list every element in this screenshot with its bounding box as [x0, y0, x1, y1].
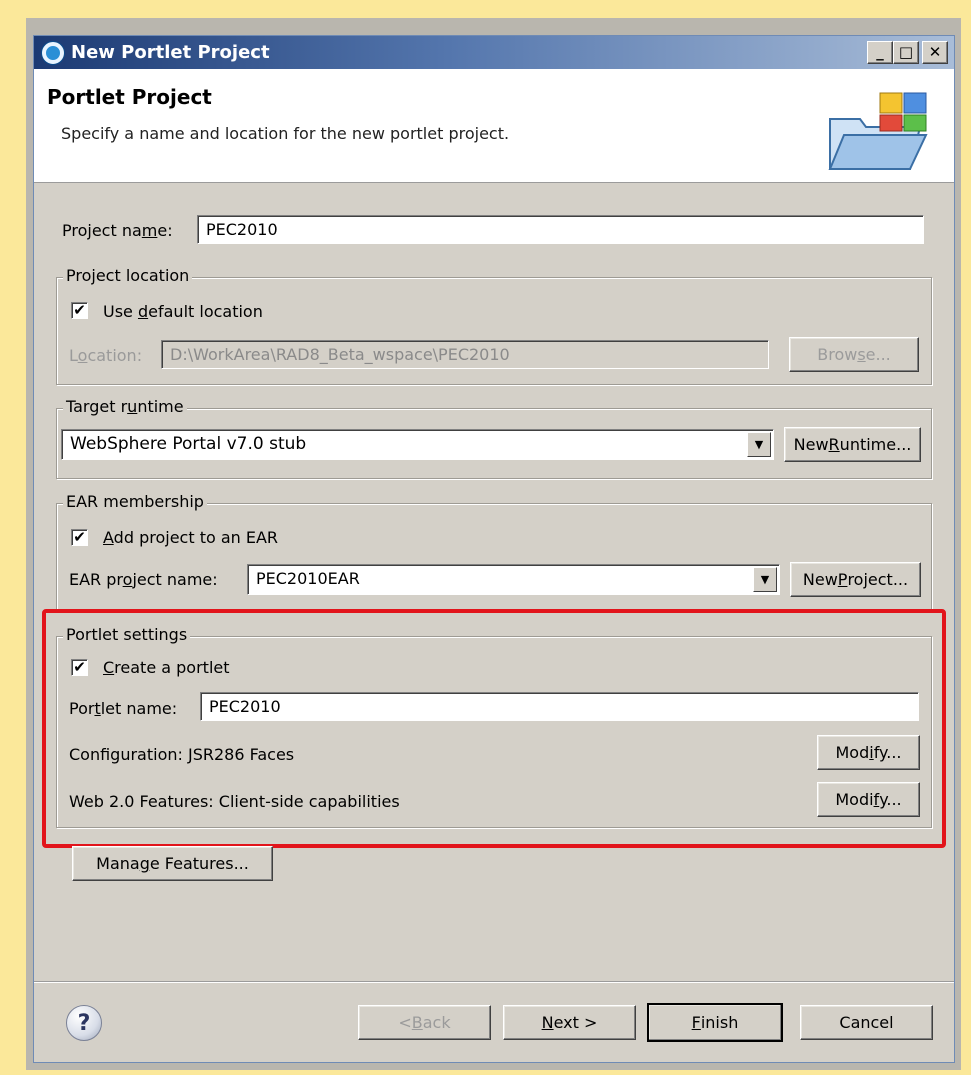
window-controls: _ □ ✕: [867, 41, 948, 64]
use-default-location-label: Use default location: [103, 302, 263, 321]
location-input[interactable]: D:\WorkArea\RAD8_Beta_wspace\PEC2010: [161, 340, 769, 369]
close-button[interactable]: ✕: [922, 41, 948, 64]
browse-button[interactable]: Brow s e...: [789, 337, 919, 372]
footer-separator: [34, 981, 954, 983]
dropdown-arrow-icon[interactable]: ▼: [753, 567, 777, 592]
red-highlight-box: [42, 609, 946, 848]
add-to-ear-label: Add project to an EAR: [103, 528, 279, 547]
page-title: Portlet Project: [47, 85, 212, 109]
add-to-ear-checkbox[interactable]: ✔: [71, 529, 88, 546]
new-portlet-project-dialog: New Portlet Project _ □ ✕ Portlet Projec…: [33, 35, 955, 1063]
window-title: New Portlet Project: [71, 42, 270, 63]
use-default-location-checkbox[interactable]: ✔: [71, 302, 88, 319]
folder-wizard-icon: [828, 92, 928, 170]
target-runtime-select[interactable]: WebSphere Portal v7.0 stub ▼: [61, 429, 774, 460]
maximize-icon: □: [898, 43, 914, 61]
project-location-title: Project location: [63, 266, 193, 285]
manage-features-button[interactable]: Mana g e Features...: [72, 846, 273, 881]
new-project-button[interactable]: New Project...: [790, 562, 921, 597]
ear-membership-group: EAR membership ✔ Add project to an EAR E…: [56, 492, 932, 611]
next-button[interactable]: Next >: [503, 1005, 636, 1040]
title-bar[interactable]: New Portlet Project _ □ ✕: [34, 36, 954, 69]
project-name-input[interactable]: PEC2010: [197, 215, 924, 244]
wizard-header: Portlet Project Specify a name and locat…: [34, 69, 954, 183]
project-location-group: Project location ✔ Use default location …: [56, 266, 932, 385]
minimize-button[interactable]: _: [867, 41, 893, 64]
finish-button[interactable]: Finish: [647, 1003, 783, 1042]
eclipse-icon: [42, 41, 64, 64]
new-runtime-button[interactable]: New Runtime...: [784, 427, 921, 462]
ear-project-select[interactable]: PEC2010EAR ▼: [247, 564, 780, 595]
ear-membership-title: EAR membership: [63, 492, 207, 511]
close-icon: ✕: [928, 43, 942, 61]
help-icon[interactable]: ?: [66, 1005, 102, 1041]
ear-project-value: PEC2010EAR: [256, 569, 360, 588]
cancel-button[interactable]: Cancel: [800, 1005, 933, 1040]
maximize-button[interactable]: □: [893, 41, 919, 64]
target-runtime-value: WebSphere Portal v7.0 stub: [70, 434, 307, 454]
project-name-label: Project name:: [62, 221, 173, 240]
page-description: Specify a name and location for the new …: [61, 124, 510, 143]
target-runtime-title: Target runtime: [63, 397, 187, 416]
ear-project-name-label: EAR project name:: [69, 570, 218, 589]
dropdown-arrow-icon[interactable]: ▼: [747, 432, 771, 457]
target-runtime-group: Target runtime WebSphere Portal v7.0 stu…: [56, 397, 932, 479]
minimize-icon: _: [876, 43, 884, 61]
location-label: Location:: [69, 346, 143, 365]
back-button[interactable]: < Back: [358, 1005, 491, 1040]
